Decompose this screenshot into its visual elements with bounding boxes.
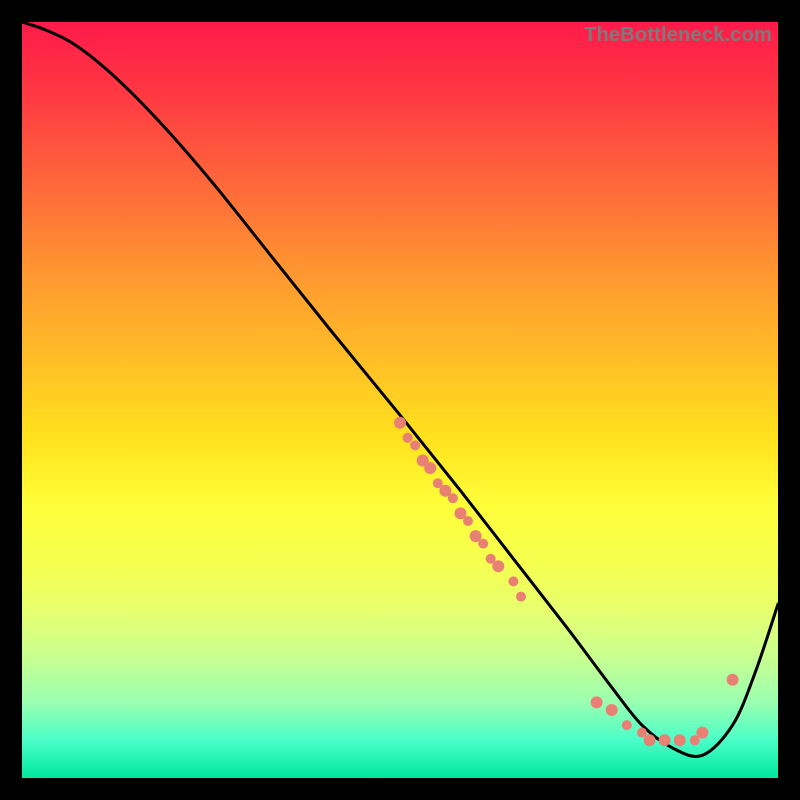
data-point-cluster-low-6 [659,734,671,746]
data-point-cluster-low-5 [644,734,656,746]
data-point-cluster-mid-1 [394,417,406,429]
data-point-cluster-low-2 [606,704,618,716]
data-point-cluster-low-3 [622,720,632,730]
data-point-cluster-mid-12 [478,539,488,549]
data-point-cluster-low-7 [674,734,686,746]
data-point-cluster-mid-3 [410,440,420,450]
curve-svg [22,22,778,778]
bottleneck-curve [22,22,778,756]
data-point-cluster-mid-5 [424,462,436,474]
data-point-cluster-upturn-1 [727,674,739,686]
data-point-cluster-mid-8 [448,493,458,503]
data-points-group [394,417,739,747]
data-point-cluster-mid-14 [492,560,504,572]
data-point-cluster-mid-2 [403,433,413,443]
chart-plot-area: TheBottleneck.com [22,22,778,778]
data-point-cluster-mid-10 [463,516,473,526]
chart-stage: TheBottleneck.com [0,0,800,800]
data-point-cluster-mid-15 [508,576,518,586]
data-point-cluster-mid-16 [516,592,526,602]
data-point-cluster-low-1 [591,696,603,708]
data-point-cluster-low-9 [696,727,708,739]
